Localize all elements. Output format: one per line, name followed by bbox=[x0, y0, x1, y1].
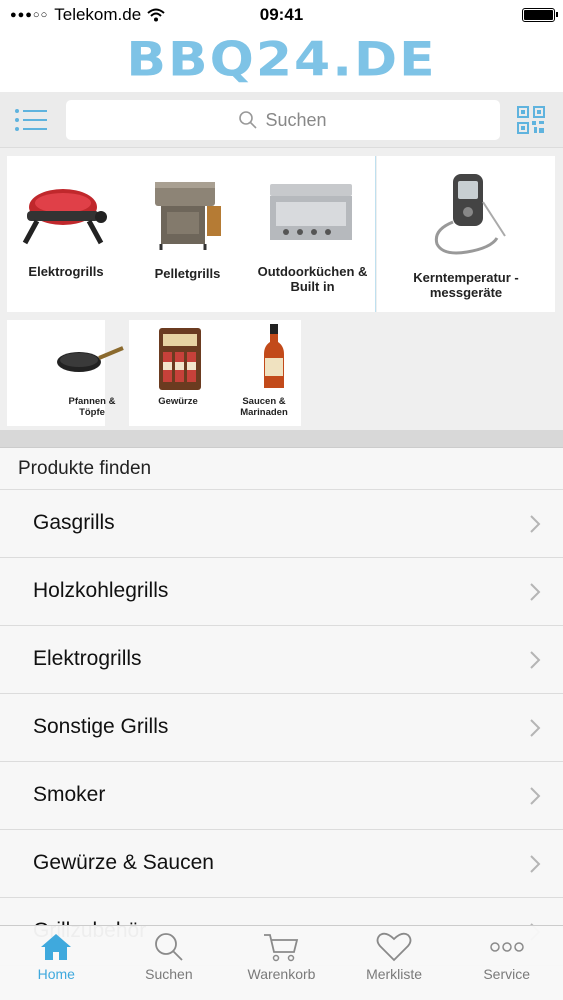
category-tile-outdoorkuechen[interactable]: Outdoorküchen & Built in bbox=[250, 156, 375, 312]
search-placeholder: Suchen bbox=[265, 109, 327, 130]
sauce-bottle-image bbox=[264, 324, 284, 388]
menu-icon[interactable] bbox=[14, 107, 48, 133]
list-item-label: Sonstige Grills bbox=[33, 715, 169, 738]
frying-pan-image bbox=[57, 346, 124, 372]
product-category-list: Gasgrills Holzkohlegrills Elektrogrills … bbox=[0, 490, 563, 966]
tab-label: Merkliste bbox=[366, 966, 423, 982]
list-item-sonstige-grills[interactable]: Sonstige Grills bbox=[0, 694, 563, 762]
tab-search[interactable]: Suchen bbox=[113, 926, 226, 1000]
list-item-elektrogrills[interactable]: Elektrogrills bbox=[0, 626, 563, 694]
list-item-holzkohlegrills[interactable]: Holzkohlegrills bbox=[0, 558, 563, 626]
category-grid: Elektrogrills Pelletgrills Outdoorküchen… bbox=[0, 148, 563, 430]
category-label: Pelletgrills bbox=[154, 266, 221, 281]
category-tile-pfannen[interactable]: Pfannen & Töpfe bbox=[7, 320, 124, 426]
chevron-right-icon bbox=[530, 515, 541, 533]
tab-label: Service bbox=[483, 966, 531, 982]
category-tile-elektrogrills[interactable]: Elektrogrills bbox=[7, 156, 125, 312]
section-title: Produkte finden bbox=[0, 448, 563, 490]
list-item-gewuerze-saucen[interactable]: Gewürze & Saucen bbox=[0, 830, 563, 898]
outdoor-kitchen-image bbox=[270, 184, 352, 240]
chevron-right-icon bbox=[530, 855, 541, 873]
search-icon bbox=[154, 933, 183, 961]
list-item-label: Elektrogrills bbox=[33, 647, 142, 670]
category-label: Outdoorküchen & Built in bbox=[257, 264, 368, 294]
list-item-label: Smoker bbox=[33, 783, 106, 806]
chevron-right-icon bbox=[530, 583, 541, 601]
category-tile-pelletgrills[interactable]: Pelletgrills bbox=[125, 156, 250, 312]
tile-divider bbox=[375, 156, 376, 312]
electric-grill-image bbox=[22, 189, 107, 245]
section-separator bbox=[0, 430, 563, 448]
list-item-label: Holzkohlegrills bbox=[33, 579, 169, 602]
list-item-smoker[interactable]: Smoker bbox=[0, 762, 563, 830]
tab-wishlist[interactable]: Merkliste bbox=[338, 926, 451, 1000]
pellet-grill-image bbox=[155, 182, 221, 250]
tab-bar: Home Suchen Warenkorb Merkliste Service bbox=[0, 925, 563, 1000]
more-icon bbox=[489, 942, 524, 952]
clock: 09:41 bbox=[259, 5, 304, 24]
search-input[interactable]: Suchen bbox=[66, 100, 500, 140]
header-logo-bar: BBQ24.DE bbox=[0, 30, 563, 92]
search-toolbar: Suchen bbox=[0, 92, 563, 148]
category-label: Pfannen & Töpfe bbox=[68, 396, 116, 418]
battery-icon bbox=[522, 8, 558, 22]
list-item-label: Gasgrills bbox=[33, 511, 115, 534]
meat-thermometer-image bbox=[434, 174, 506, 255]
tab-home[interactable]: Home bbox=[0, 926, 113, 1000]
tab-service[interactable]: Service bbox=[450, 926, 563, 1000]
category-tile-saucen[interactable]: Saucen & Marinaden bbox=[227, 320, 301, 426]
category-tile-kerntemperatur[interactable]: Kerntemperatur - messgeräte bbox=[377, 156, 555, 312]
category-label: Gewürze bbox=[158, 396, 198, 407]
tab-label: Home bbox=[37, 966, 75, 982]
cart-icon bbox=[264, 934, 299, 962]
tab-label: Suchen bbox=[145, 966, 193, 982]
list-item-gasgrills[interactable]: Gasgrills bbox=[0, 490, 563, 558]
search-icon bbox=[239, 111, 258, 129]
spices-image bbox=[159, 328, 201, 390]
status-bar: ●●●○○ Telekom.de 09:41 bbox=[0, 0, 563, 30]
category-label: Elektrogrills bbox=[28, 264, 104, 279]
category-label: Kerntemperatur - messgeräte bbox=[413, 270, 519, 300]
tab-label: Warenkorb bbox=[247, 966, 316, 982]
category-tile-gewuerze[interactable]: Gewürze bbox=[129, 320, 227, 426]
chevron-right-icon bbox=[530, 787, 541, 805]
home-icon bbox=[41, 934, 72, 960]
chevron-right-icon bbox=[530, 719, 541, 737]
tab-cart[interactable]: Warenkorb bbox=[225, 926, 338, 1000]
list-item-label: Gewürze & Saucen bbox=[33, 851, 214, 874]
qr-code-icon[interactable] bbox=[517, 106, 545, 134]
brand-logo: BBQ24.DE bbox=[126, 33, 437, 87]
chevron-right-icon bbox=[530, 651, 541, 669]
category-label: Saucen & Marinaden bbox=[240, 396, 288, 418]
heart-icon bbox=[376, 932, 412, 962]
